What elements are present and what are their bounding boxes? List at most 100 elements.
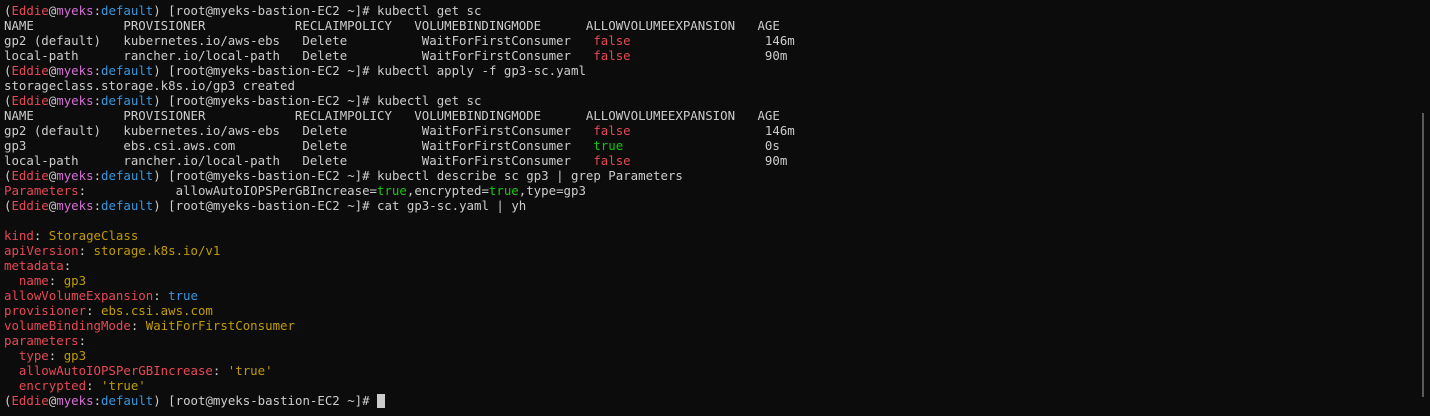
terminal-line: type: gp3 xyxy=(4,348,1430,363)
terminal-text: : xyxy=(212,363,228,378)
terminal-text: 90m xyxy=(630,153,788,168)
terminal-text: parameters xyxy=(4,333,79,348)
terminal-line: provisioner: ebs.csi.aws.com xyxy=(4,303,1430,318)
terminal-line: (Eddie@myeks:default) [root@myeks-bastio… xyxy=(4,393,1430,408)
terminal-text: true xyxy=(377,183,407,198)
terminal-text: : xyxy=(78,243,94,258)
terminal-text: default xyxy=(101,198,154,213)
terminal-text: 146m xyxy=(630,33,795,48)
terminal-line: Parameters: allowAutoIOPSPerGBIncrease=t… xyxy=(4,183,1430,198)
terminal-text: ebs.csi.aws.com xyxy=(100,303,213,318)
terminal-window[interactable]: (Eddie@myeks:default) [root@myeks-bastio… xyxy=(0,0,1430,416)
terminal-text: ,type=gp3 xyxy=(518,183,586,198)
terminal-line: metadata: xyxy=(4,258,1430,273)
terminal-text: local-path rancher.io/local-path Delete … xyxy=(4,48,594,63)
terminal-text: : xyxy=(86,303,101,318)
terminal-text: : xyxy=(130,318,146,333)
terminal-text: volumeBindingMode xyxy=(4,318,131,333)
terminal-text: : allowAutoIOPSPerGBIncrease= xyxy=(78,183,378,198)
terminal-line: (Eddie@myeks:default) [root@myeks-bastio… xyxy=(4,63,1430,78)
terminal-text: type xyxy=(4,348,49,363)
terminal-line: allowAutoIOPSPerGBIncrease: 'true' xyxy=(4,363,1430,378)
terminal-text: : xyxy=(93,393,102,408)
terminal-line: (Eddie@myeks:default) [root@myeks-bastio… xyxy=(4,198,1430,213)
terminal-text: Eddie xyxy=(11,3,49,18)
terminal-text: default xyxy=(101,393,154,408)
terminal-text: myeks xyxy=(56,3,94,18)
terminal-output: (Eddie@myeks:default) [root@myeks-bastio… xyxy=(4,3,1430,408)
terminal-text: true xyxy=(488,183,519,198)
terminal-text: allowAutoIOPSPerGBIncrease xyxy=(4,363,213,378)
terminal-text: false xyxy=(593,153,631,168)
terminal-text: local-path rancher.io/local-path Delete … xyxy=(4,153,594,168)
terminal-text: myeks xyxy=(56,63,94,78)
terminal-text: provisioner xyxy=(4,303,87,318)
terminal-text: NAME PROVISIONER RECLAIMPOLICY VOLUMEBIN… xyxy=(4,108,780,123)
terminal-text: true xyxy=(593,138,624,153)
terminal-text: Eddie xyxy=(11,93,49,108)
terminal-text: true xyxy=(168,288,198,303)
terminal-text: WaitForFirstConsumer xyxy=(145,318,295,333)
terminal-line: NAME PROVISIONER RECLAIMPOLICY VOLUMEBIN… xyxy=(4,108,1430,123)
terminal-text: myeks xyxy=(56,198,94,213)
terminal-text: Eddie xyxy=(11,198,49,213)
terminal-text: : xyxy=(33,228,49,243)
terminal-text: ) [root@myeks-bastion-EC2 ~]# xyxy=(153,393,378,408)
terminal-text: default xyxy=(101,63,154,78)
terminal-line: local-path rancher.io/local-path Delete … xyxy=(4,153,1430,168)
terminal-line: name: gp3 xyxy=(4,273,1430,288)
terminal-text: default xyxy=(101,93,154,108)
terminal-text: 'true' xyxy=(100,378,146,393)
terminal-text: allowVolumeExpansion xyxy=(4,288,154,303)
terminal-text: myeks xyxy=(56,168,94,183)
terminal-text: ) [root@myeks-bastion-EC2 ~]# kubectl ge… xyxy=(153,3,482,18)
terminal-text: ,encrypted= xyxy=(406,183,489,198)
terminal-text: : xyxy=(93,198,102,213)
terminal-text: ) [root@myeks-bastion-EC2 ~]# kubectl ap… xyxy=(153,63,586,78)
terminal-text: Parameters xyxy=(4,183,79,198)
terminal-line: allowVolumeExpansion: true xyxy=(4,288,1430,303)
terminal-line: apiVersion: storage.k8s.io/v1 xyxy=(4,243,1430,258)
terminal-text: storageclass.storage.k8s.io/gp3 created xyxy=(4,78,295,93)
terminal-text: storage.k8s.io/v1 xyxy=(93,243,221,258)
terminal-line: gp2 (default) kubernetes.io/aws-ebs Dele… xyxy=(4,33,1430,48)
terminal-text: false xyxy=(593,33,631,48)
terminal-text: : xyxy=(153,288,169,303)
terminal-text: : xyxy=(86,378,101,393)
terminal-line: local-path rancher.io/local-path Delete … xyxy=(4,48,1430,63)
text-cursor xyxy=(377,394,386,408)
terminal-line: gp2 (default) kubernetes.io/aws-ebs Dele… xyxy=(4,123,1430,138)
terminal-text: ) [root@myeks-bastion-EC2 ~]# kubectl de… xyxy=(153,168,683,183)
terminal-text: : xyxy=(93,168,102,183)
terminal-text: encrypted xyxy=(4,378,87,393)
terminal-line: (Eddie@myeks:default) [root@myeks-bastio… xyxy=(4,168,1430,183)
terminal-text: 'true' xyxy=(227,363,273,378)
terminal-text: myeks xyxy=(56,93,94,108)
terminal-text: myeks xyxy=(56,393,94,408)
terminal-text: Eddie xyxy=(11,393,49,408)
terminal-text: gp2 (default) kubernetes.io/aws-ebs Dele… xyxy=(4,33,594,48)
terminal-text: : xyxy=(93,63,102,78)
terminal-text: : xyxy=(48,273,64,288)
terminal-text: : xyxy=(78,333,87,348)
terminal-text: 146m xyxy=(630,123,795,138)
terminal-text: StorageClass xyxy=(48,228,139,243)
terminal-line: kind: StorageClass xyxy=(4,228,1430,243)
terminal-line: NAME PROVISIONER RECLAIMPOLICY VOLUMEBIN… xyxy=(4,18,1430,33)
terminal-text: default xyxy=(101,168,154,183)
terminal-text: metadata xyxy=(4,258,64,273)
terminal-line: storageclass.storage.k8s.io/gp3 created xyxy=(4,78,1430,93)
terminal-text: apiVersion xyxy=(4,243,79,258)
terminal-text: kind xyxy=(4,228,34,243)
terminal-text: Eddie xyxy=(11,63,49,78)
scrollbar[interactable] xyxy=(1422,113,1424,397)
terminal-text: gp3 xyxy=(63,348,87,363)
terminal-line: volumeBindingMode: WaitForFirstConsumer xyxy=(4,318,1430,333)
terminal-line: (Eddie@myeks:default) [root@myeks-bastio… xyxy=(4,3,1430,18)
terminal-text: default xyxy=(101,3,154,18)
terminal-text: name xyxy=(4,273,49,288)
terminal-text: : xyxy=(93,3,102,18)
terminal-text: gp3 ebs.csi.aws.com Delete WaitForFirstC… xyxy=(4,138,594,153)
terminal-text: : xyxy=(93,93,102,108)
